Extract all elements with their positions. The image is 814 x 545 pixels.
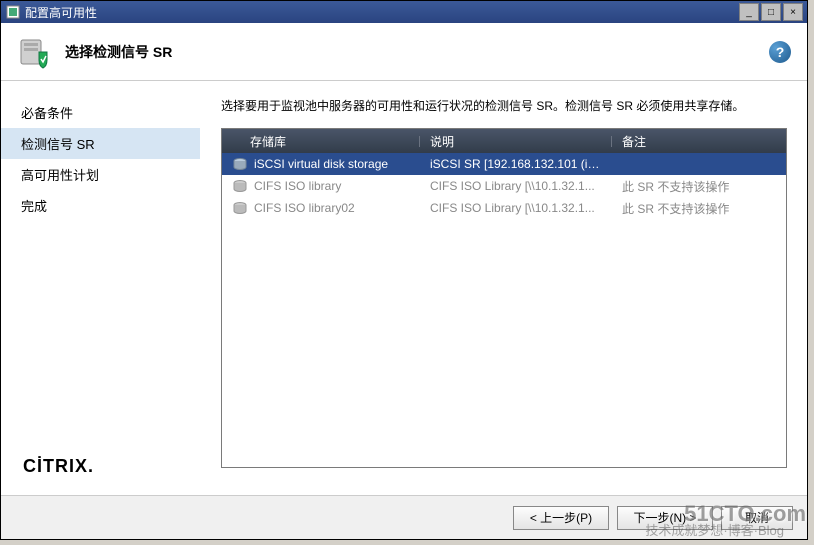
cell-storage: iSCSI virtual disk storage [254, 157, 388, 171]
cell-remark: 此 SR 不支持该操作 [612, 178, 786, 195]
table-header-row: 存储库 说明 备注 [222, 129, 786, 153]
citrix-logo: CİTRIX. [23, 456, 94, 477]
wizard-footer: < 上一步(P) 下一步(N) > 取消 [1, 495, 807, 539]
cell-storage: CIFS ISO library02 [254, 201, 355, 215]
sidebar-item-heartbeat-sr[interactable]: 检测信号 SR [1, 128, 200, 159]
wizard-steps-sidebar: 必备条件 检测信号 SR 高可用性计划 完成 [1, 81, 201, 495]
instruction-text: 选择要用于监视池中服务器的可用性和运行状况的检测信号 SR。检测信号 SR 必须… [221, 97, 787, 114]
storage-icon [232, 179, 248, 193]
col-storage[interactable]: 存储库 [222, 133, 420, 150]
sidebar-item-prerequisites[interactable]: 必备条件 [1, 97, 200, 128]
sidebar-item-ha-plan[interactable]: 高可用性计划 [1, 159, 200, 190]
minimize-button[interactable]: _ [739, 3, 759, 21]
storage-icon [232, 201, 248, 215]
server-shield-icon [17, 34, 53, 70]
close-button[interactable]: × [783, 3, 803, 21]
cell-storage: CIFS ISO library [254, 179, 341, 193]
window-title: 配置高可用性 [25, 4, 739, 21]
maximize-button[interactable]: □ [761, 3, 781, 21]
titlebar[interactable]: 配置高可用性 _ □ × [1, 1, 807, 23]
storage-icon [232, 157, 248, 171]
cancel-button[interactable]: 取消 [721, 506, 793, 530]
cell-description: iSCSI SR [192.168.132.101 (iq... [420, 157, 612, 171]
prev-button[interactable]: < 上一步(P) [513, 506, 609, 530]
app-icon [5, 4, 21, 20]
help-icon[interactable]: ? [769, 41, 791, 63]
cell-description: CIFS ISO Library [\\10.1.32.1... [420, 179, 612, 193]
cell-description: CIFS ISO Library [\\10.1.32.1... [420, 201, 612, 215]
table-row[interactable]: iSCSI virtual disk storage iSCSI SR [192… [222, 153, 786, 175]
col-remark[interactable]: 备注 [612, 133, 786, 150]
table-row[interactable]: CIFS ISO library02 CIFS ISO Library [\\1… [222, 197, 786, 219]
sidebar-item-finish[interactable]: 完成 [1, 190, 200, 221]
cell-remark: 此 SR 不支持该操作 [612, 200, 786, 217]
sr-table: 存储库 说明 备注 iSCSI virtual disk storage iSC… [221, 128, 787, 468]
next-button[interactable]: 下一步(N) > [617, 506, 713, 530]
wizard-header: 选择检测信号 SR ? [1, 23, 807, 81]
col-description[interactable]: 说明 [420, 133, 612, 150]
page-title: 选择检测信号 SR [65, 42, 769, 62]
table-body: iSCSI virtual disk storage iSCSI SR [192… [222, 153, 786, 219]
table-row[interactable]: CIFS ISO library CIFS ISO Library [\\10.… [222, 175, 786, 197]
